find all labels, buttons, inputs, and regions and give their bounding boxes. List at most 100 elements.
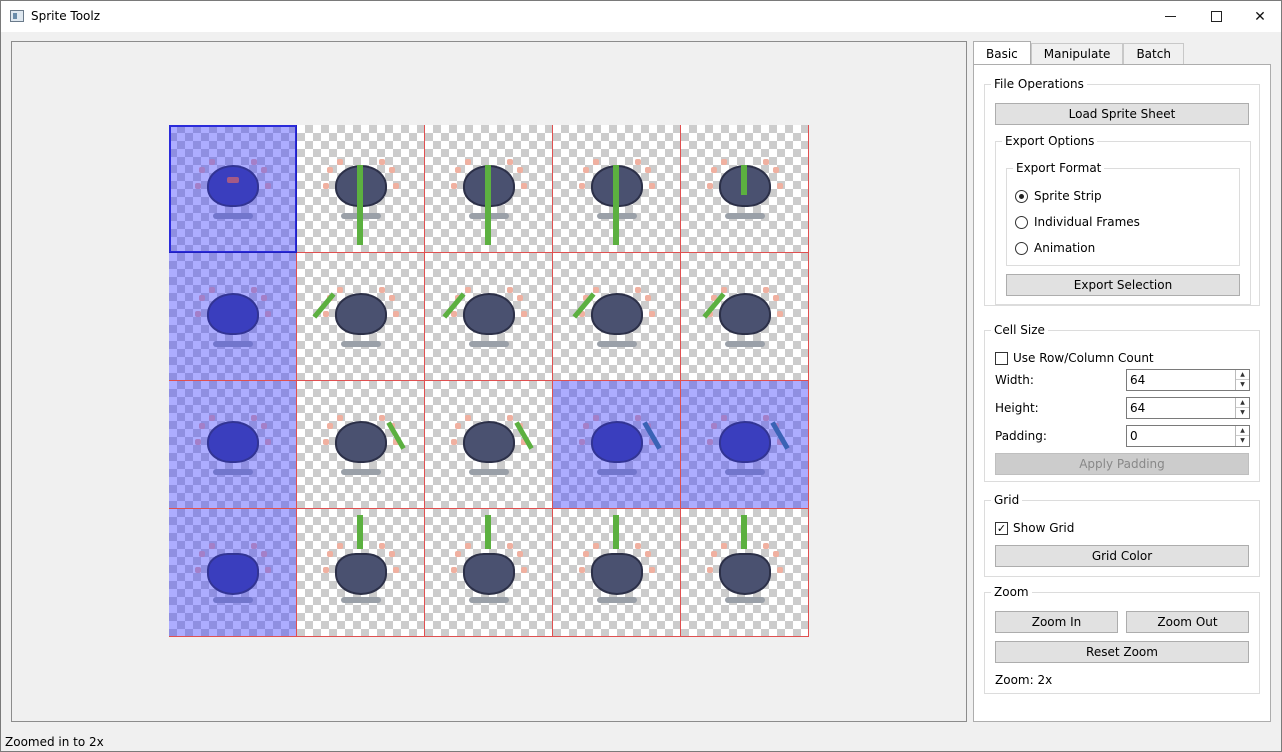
sprite-cell[interactable]	[297, 253, 425, 381]
checkbox-indicator: ✓	[995, 521, 1008, 535]
close-button[interactable]: ✕	[1237, 1, 1282, 32]
padding-label: Padding:	[995, 429, 1047, 443]
chevron-up-icon[interactable]: ▲	[1236, 370, 1249, 380]
sprite-spike	[195, 311, 201, 317]
load-sprite-sheet-button[interactable]: Load Sprite Sheet	[995, 103, 1249, 125]
zoom-title: Zoom	[991, 584, 1032, 600]
sprite-slime	[485, 165, 491, 245]
height-stepper[interactable]: ▲ ▼	[1235, 398, 1249, 418]
sprite-spike	[323, 311, 329, 317]
zoom-in-button[interactable]: Zoom In	[995, 611, 1118, 633]
sprite-mouth	[227, 177, 239, 183]
sprite-slime	[770, 421, 790, 450]
chevron-down-icon[interactable]: ▼	[1236, 380, 1249, 390]
sprite-spike	[507, 159, 513, 165]
sprite-spike	[707, 567, 713, 573]
sprite-sheet[interactable]	[169, 125, 809, 637]
sprite-spike	[635, 159, 641, 165]
sprite-spike	[773, 551, 779, 557]
zoom-out-button[interactable]: Zoom Out	[1126, 611, 1249, 633]
sprite-cell[interactable]	[553, 125, 681, 253]
sprite-spike	[773, 423, 779, 429]
sprite-spike	[645, 167, 651, 173]
sprite-cell[interactable]	[169, 125, 297, 253]
sprite-cell[interactable]	[681, 253, 809, 381]
sprite-cell[interactable]	[169, 509, 297, 637]
sprite-shadow	[341, 469, 381, 475]
padding-spinbox[interactable]: 0 ▲ ▼	[1126, 425, 1250, 447]
minimize-button[interactable]	[1147, 1, 1193, 32]
padding-stepper[interactable]: ▲ ▼	[1235, 426, 1249, 446]
radio-indicator	[1015, 241, 1028, 255]
radio-individual-frames[interactable]: Individual Frames	[1015, 215, 1140, 229]
height-spinbox[interactable]: 64 ▲ ▼	[1126, 397, 1250, 419]
sprite-cell[interactable]	[553, 509, 681, 637]
sprite-spike	[323, 183, 329, 189]
sprite-spike	[777, 567, 783, 573]
sprite-slime	[485, 515, 491, 549]
sprite-cell[interactable]	[297, 381, 425, 509]
sprite-spike	[649, 567, 655, 573]
sprite-spike	[393, 567, 399, 573]
sprite-spike	[195, 439, 201, 445]
sprite-spike	[645, 551, 651, 557]
radio-sprite-strip[interactable]: Sprite Strip	[1015, 189, 1102, 203]
sprite-shadow	[341, 597, 381, 603]
sprite-spike	[261, 167, 267, 173]
sprite-cell[interactable]	[169, 253, 297, 381]
sprite-creature	[463, 293, 515, 335]
export-options-group: Export Options Export Format Sprite Stri…	[995, 133, 1251, 305]
tab-batch[interactable]: Batch	[1123, 43, 1184, 65]
sprite-shadow	[597, 469, 637, 475]
sprite-cell[interactable]	[425, 381, 553, 509]
chevron-up-icon[interactable]: ▲	[1236, 398, 1249, 408]
chevron-down-icon[interactable]: ▼	[1236, 408, 1249, 418]
sprite-cell[interactable]	[297, 125, 425, 253]
sprite-shadow	[725, 213, 765, 219]
width-spinbox[interactable]: 64 ▲ ▼	[1126, 369, 1250, 391]
width-label: Width:	[995, 373, 1034, 387]
export-selection-button[interactable]: Export Selection	[1006, 274, 1240, 296]
sprite-spike	[393, 183, 399, 189]
sprite-spike	[465, 415, 471, 421]
chevron-down-icon[interactable]: ▼	[1236, 436, 1249, 446]
sprite-spike	[517, 167, 523, 173]
grid-color-button[interactable]: Grid Color	[995, 545, 1249, 567]
sprite-cell[interactable]	[681, 125, 809, 253]
show-grid-checkbox[interactable]: ✓ Show Grid	[995, 521, 1074, 535]
tab-basic[interactable]: Basic	[973, 41, 1031, 65]
reset-zoom-button[interactable]: Reset Zoom	[995, 641, 1249, 663]
sprite-slime	[357, 165, 363, 245]
width-stepper[interactable]: ▲ ▼	[1235, 370, 1249, 390]
maximize-button[interactable]	[1193, 1, 1239, 32]
radio-label: Animation	[1034, 241, 1096, 255]
use-row-column-checkbox[interactable]: Use Row/Column Count	[995, 351, 1154, 365]
sprite-spike	[265, 311, 271, 317]
sprite-cell[interactable]	[425, 125, 553, 253]
tab-manipulate[interactable]: Manipulate	[1030, 43, 1124, 65]
sprite-creature	[335, 293, 387, 335]
sprite-spike	[583, 551, 589, 557]
radio-indicator	[1015, 189, 1028, 203]
sprite-cell[interactable]	[169, 381, 297, 509]
sprite-canvas[interactable]	[11, 41, 967, 722]
apply-padding-button[interactable]: Apply Padding	[995, 453, 1249, 475]
sprite-spike	[209, 159, 215, 165]
sprite-spike	[593, 415, 599, 421]
sprite-creature	[591, 293, 643, 335]
sprite-cell[interactable]	[681, 509, 809, 637]
sprite-cell[interactable]	[425, 509, 553, 637]
sprite-spike	[389, 295, 395, 301]
radio-animation[interactable]: Animation	[1015, 241, 1095, 255]
sprite-shadow	[725, 341, 765, 347]
sprite-spike	[721, 415, 727, 421]
sprite-cell[interactable]	[553, 381, 681, 509]
sprite-cell[interactable]	[553, 253, 681, 381]
sprite-cell[interactable]	[297, 509, 425, 637]
height-value: 64	[1130, 401, 1146, 415]
chevron-up-icon[interactable]: ▲	[1236, 426, 1249, 436]
sprite-spike	[635, 415, 641, 421]
grid-title: Grid	[991, 492, 1023, 508]
sprite-cell[interactable]	[681, 381, 809, 509]
sprite-cell[interactable]	[425, 253, 553, 381]
